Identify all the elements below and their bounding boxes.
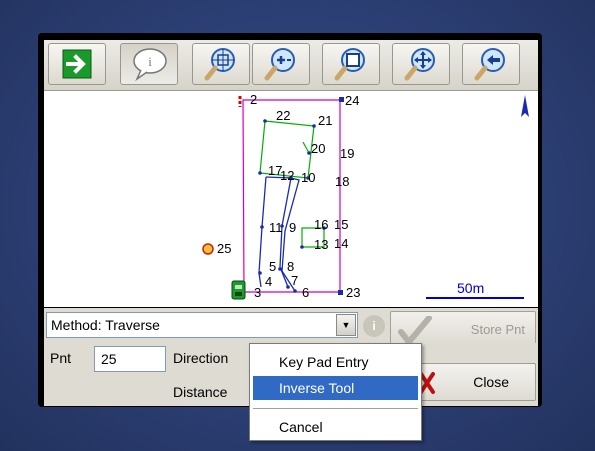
method-select[interactable]: Method: Traverse ▼ (46, 312, 358, 338)
point-label-25: 25 (217, 241, 231, 256)
point-label-9: 9 (289, 220, 296, 235)
blue-line-west (258, 176, 267, 288)
point-label-24: 24 (345, 93, 359, 108)
instrument-icon (231, 280, 246, 300)
point-marker-17 (258, 171, 262, 175)
point-label-19: 19 (340, 146, 354, 161)
point-marker-23 (338, 290, 343, 295)
zoom-in-button[interactable] (252, 43, 310, 85)
point-label-20: 20 (311, 141, 325, 156)
point-number-input[interactable]: 25 (94, 346, 166, 372)
menu-item-key-pad-entry[interactable]: Key Pad Entry (253, 350, 418, 374)
arrow-right-icon (62, 49, 92, 79)
close-button[interactable]: Close (418, 363, 536, 401)
map-view[interactable]: 2 24 22 21 20 19 17 12 10 18 16 15 11 9 … (44, 91, 538, 307)
menu-separator (253, 408, 418, 409)
zoom-window-button[interactable] (322, 43, 380, 85)
point-label-6: 6 (302, 285, 309, 300)
point-marker-13 (300, 245, 304, 249)
close-label: Close (473, 374, 509, 390)
point-label-2: 2 (250, 92, 257, 107)
checkmark-icon (398, 316, 432, 346)
point-marker-11 (260, 225, 264, 229)
menu-item-inverse-tool[interactable]: Inverse Tool (253, 376, 418, 400)
point-label-23: 23 (346, 285, 360, 300)
point-label-3: 3 (254, 285, 261, 300)
point-marker-25 (202, 243, 214, 255)
point-marker-22 (263, 119, 267, 123)
popup-menu: Key Pad Entry Inverse Tool Cancel (249, 343, 422, 441)
store-point-label: Store Pnt (470, 322, 525, 337)
map-canvas[interactable]: 2 24 22 21 20 19 17 12 10 18 16 15 11 9 … (44, 91, 538, 307)
point-label-22: 22 (276, 108, 290, 123)
north-arrow-icon (521, 95, 529, 117)
method-select-value: Method: Traverse (51, 317, 160, 333)
point-marker-6 (293, 289, 297, 293)
toolbar: i (44, 40, 538, 91)
point-label-21: 21 (318, 113, 332, 128)
method-row: Method: Traverse ▼ i Store Pnt (44, 308, 538, 348)
point-marker-7 (286, 285, 290, 289)
zoom-in-icon (264, 48, 295, 81)
point-label-10: 10 (301, 170, 315, 185)
point-label-4: 4 (265, 274, 272, 289)
point-label-8: 8 (287, 259, 294, 274)
point-label-18: 18 (335, 174, 349, 189)
info-bubble-icon: i (133, 48, 167, 81)
scale-label: 50m (457, 280, 484, 296)
point-label-13: 13 (314, 237, 328, 252)
pnt-label: Pnt (50, 350, 72, 366)
point-label-15: 15 (334, 217, 348, 232)
point-marker-24 (339, 97, 344, 102)
zoom-previous-icon (474, 48, 505, 81)
info-icon[interactable]: i (363, 315, 385, 337)
green-lot-edge (302, 141, 310, 154)
zoom-window-icon (334, 48, 365, 81)
point-label-14: 14 (334, 236, 348, 251)
point-label-12: 12 (280, 168, 294, 183)
distance-label: Distance (173, 384, 228, 400)
menu-item-cancel[interactable]: Cancel (253, 415, 418, 439)
point-marker-5 (258, 271, 262, 275)
point-label-11: 11 (269, 220, 283, 235)
zoom-previous-button[interactable] (462, 43, 520, 85)
info-bubble-button[interactable]: i (120, 43, 178, 85)
direction-label: Direction (173, 350, 229, 366)
zoom-extents-icon (204, 48, 235, 81)
point-marker-21 (312, 124, 316, 128)
zoom-extents-button[interactable] (192, 43, 250, 85)
svg-text:i: i (148, 54, 152, 69)
chevron-down-icon[interactable]: ▼ (336, 314, 356, 336)
point-label-7: 7 (291, 273, 298, 288)
arrow-right-button[interactable] (48, 43, 106, 85)
pan-icon (404, 48, 435, 81)
point-label-5: 5 (269, 259, 276, 274)
point-label-16: 16 (314, 217, 328, 232)
pan-button[interactable] (392, 43, 450, 85)
point-marker-8 (278, 267, 282, 271)
